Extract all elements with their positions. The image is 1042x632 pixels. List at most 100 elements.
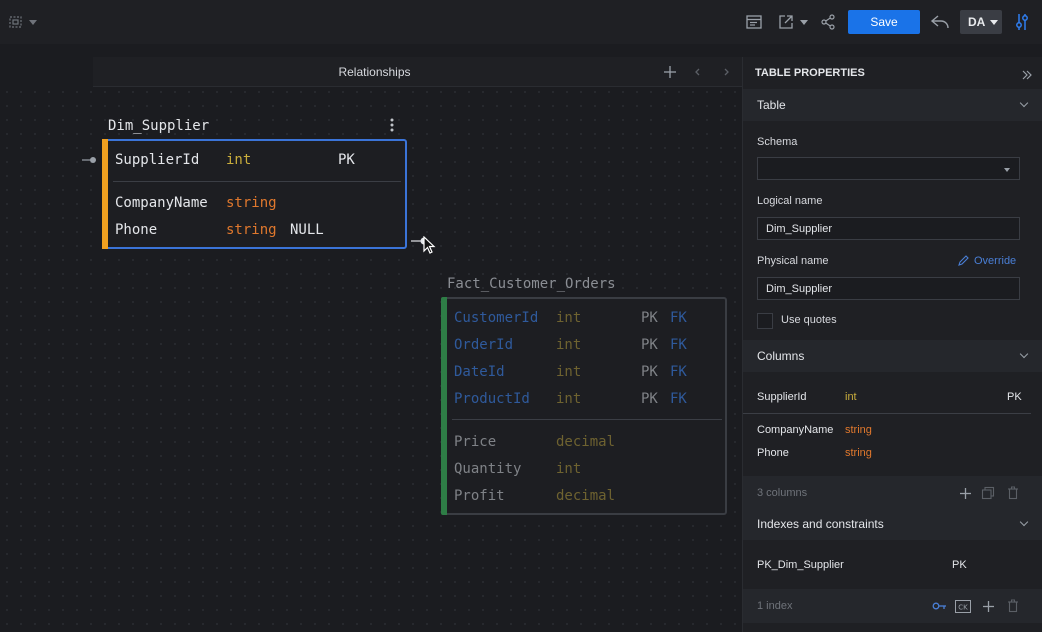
add-tab-icon[interactable] — [661, 63, 679, 81]
column-pk: PK — [641, 310, 658, 326]
list-item[interactable]: SupplierId int PK — [757, 388, 1027, 406]
export-caret-icon[interactable] — [800, 20, 808, 25]
entity-menu-icon[interactable] — [389, 117, 395, 133]
user-menu-button[interactable]: DA — [960, 10, 1002, 34]
list-item[interactable]: PK_Dim_Supplier PK — [757, 556, 1027, 574]
column-type: string — [226, 222, 277, 238]
column-name: SupplierId — [757, 391, 807, 403]
column-type: string — [845, 424, 872, 436]
column-name: CompanyName — [757, 424, 834, 436]
user-initials: DA — [968, 15, 986, 29]
column-fk: FK — [670, 364, 687, 380]
logical-name-input[interactable]: Dim_Supplier — [757, 217, 1020, 240]
logical-name-label: Logical name — [757, 195, 823, 207]
entity-dim-supplier[interactable]: SupplierId int PK CompanyName string Pho… — [102, 139, 407, 249]
columns-key-separator — [743, 413, 1031, 414]
table-properties-panel: TABLE PROPERTIES Table Schema Logical na… — [742, 57, 1042, 632]
table-row[interactable]: CustomerId int PK FK — [443, 308, 723, 328]
table-row[interactable]: OrderId int PK FK — [443, 335, 723, 355]
export-icon[interactable] — [776, 12, 796, 32]
table-row[interactable]: SupplierId int PK — [104, 150, 404, 170]
columns-count: 3 columns — [757, 487, 808, 499]
physical-name-input[interactable]: Dim_Supplier — [757, 277, 1020, 300]
save-button[interactable]: Save — [848, 10, 920, 34]
section-title: Table — [757, 98, 786, 112]
frame-select-icon[interactable] — [6, 12, 26, 32]
table-row[interactable]: Phone string NULL — [104, 220, 404, 240]
key-icon[interactable] — [931, 598, 947, 614]
column-fk: FK — [670, 337, 687, 353]
svg-text:CK: CK — [958, 603, 968, 611]
column-fk: FK — [670, 391, 687, 407]
list-item[interactable]: Phone string — [757, 444, 1027, 462]
top-toolbar: Save DA — [0, 0, 1042, 44]
column-name: SupplierId — [115, 152, 200, 168]
use-quotes-checkbox[interactable] — [757, 313, 773, 329]
next-tab-icon[interactable] — [717, 63, 735, 81]
columns-footer: 3 columns — [743, 476, 1042, 510]
column-nullable: NULL — [290, 222, 324, 238]
relationship-handle-left[interactable] — [82, 151, 98, 163]
list-item[interactable]: CompanyName string — [757, 421, 1027, 439]
entity-title-dim-supplier[interactable]: Dim_Supplier — [108, 118, 209, 134]
indexes-footer: 1 index CK — [743, 589, 1042, 623]
properties-toggle-icon[interactable] — [1012, 12, 1032, 32]
table-row[interactable]: ProductId int PK FK — [443, 389, 723, 409]
column-type: int — [845, 391, 857, 403]
entity-fact-customer-orders[interactable]: CustomerId int PK FK OrderId int PK FK D… — [441, 297, 727, 515]
override-label: Override — [974, 254, 1017, 267]
column-key: PK — [338, 152, 355, 168]
panel-title: TABLE PROPERTIES — [755, 67, 865, 79]
section-indexes-header[interactable]: Indexes and constraints — [743, 508, 1042, 540]
collapse-panel-icon[interactable] — [1021, 68, 1033, 80]
column-type: decimal — [556, 434, 616, 450]
column-name: OrderId — [454, 337, 514, 353]
table-row[interactable]: Quantity int — [443, 459, 723, 479]
section-columns-header[interactable]: Columns — [743, 340, 1042, 372]
undo-icon[interactable] — [928, 12, 952, 32]
table-row[interactable]: DateId int PK FK — [443, 362, 723, 382]
prev-tab-icon[interactable] — [689, 63, 707, 81]
chevron-down-icon — [1019, 98, 1029, 108]
tab-relationships[interactable]: Relationships — [93, 57, 656, 87]
schema-select[interactable] — [757, 157, 1020, 180]
section-table-header[interactable]: Table — [743, 89, 1042, 121]
use-quotes-label[interactable]: Use quotes — [781, 314, 837, 326]
delete-icon[interactable] — [1005, 598, 1021, 614]
column-type: int — [556, 391, 582, 407]
key-separator — [113, 181, 401, 182]
column-name: DateId — [454, 364, 505, 380]
table-row[interactable]: Profit decimal — [443, 486, 723, 506]
column-name: Price — [454, 434, 497, 450]
column-name: Profit — [454, 488, 505, 504]
column-name: CustomerId — [454, 310, 539, 326]
column-type: decimal — [556, 488, 616, 504]
share-icon[interactable] — [818, 12, 838, 32]
column-name: CompanyName — [115, 195, 208, 211]
frame-select-caret-icon[interactable] — [29, 20, 37, 25]
physical-name-label: Physical name — [757, 255, 829, 267]
section-title: Columns — [757, 349, 805, 363]
column-name: Phone — [757, 447, 789, 459]
table-row[interactable]: CompanyName string — [104, 193, 404, 213]
delete-icon[interactable] — [1005, 485, 1021, 501]
key-separator — [452, 419, 722, 420]
index-type: PK — [952, 559, 967, 571]
panel-layout-icon[interactable] — [744, 12, 764, 32]
check-constraint-icon[interactable]: CK — [955, 598, 971, 614]
pencil-icon — [958, 255, 969, 266]
add-icon[interactable] — [957, 485, 973, 501]
column-type: int — [556, 364, 582, 380]
duplicate-icon[interactable] — [980, 485, 996, 501]
column-name: ProductId — [454, 391, 530, 407]
section-title: Indexes and constraints — [757, 517, 884, 531]
chevron-down-icon — [1019, 517, 1029, 527]
table-row[interactable]: Price decimal — [443, 432, 723, 452]
column-pk: PK — [641, 391, 658, 407]
chevron-down-icon — [1004, 168, 1010, 172]
column-type: string — [226, 195, 277, 211]
add-icon[interactable] — [980, 598, 996, 614]
entity-title-fact-customer-orders[interactable]: Fact_Customer_Orders — [447, 276, 616, 292]
user-menu-caret-icon — [990, 19, 999, 25]
override-link[interactable]: Override — [957, 254, 1016, 267]
